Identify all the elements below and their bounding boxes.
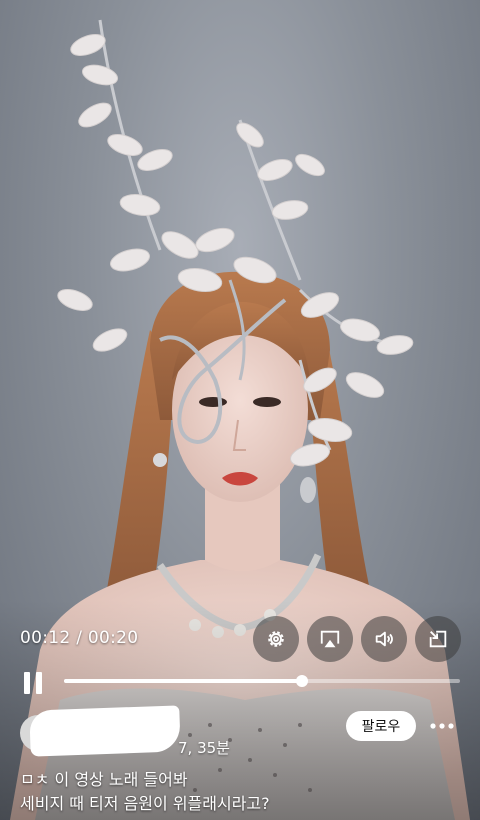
caption-line-1: ㅁㅊ 이 영상 노래 들어봐 — [20, 770, 188, 789]
redacted-author-name — [29, 705, 181, 757]
progress-scrubber-handle[interactable] — [295, 675, 308, 687]
progress-fill — [64, 679, 302, 683]
more-options-button[interactable] — [426, 712, 458, 740]
more-dots-icon — [430, 723, 454, 729]
pause-icon — [24, 672, 42, 694]
follow-button[interactable]: 팔로우 — [346, 711, 416, 741]
speaker-icon — [375, 631, 393, 647]
volume-button[interactable] — [361, 616, 407, 662]
progress-bar[interactable] — [64, 675, 460, 687]
post-time: 7, 35분 — [178, 739, 230, 757]
gear-icon — [268, 631, 284, 647]
settings-button[interactable] — [253, 616, 299, 662]
video-player[interactable] — [0, 0, 480, 820]
airplay-button[interactable] — [307, 616, 353, 662]
picture-in-picture-icon — [429, 630, 447, 648]
time-display: 00:12 / 00:20 — [20, 628, 139, 648]
airplay-icon — [320, 630, 340, 648]
picture-in-picture-button[interactable] — [415, 616, 461, 662]
pause-button[interactable] — [18, 668, 48, 698]
caption-line-2: 세비지 때 티저 음원이 위플래시라고? — [20, 794, 270, 813]
